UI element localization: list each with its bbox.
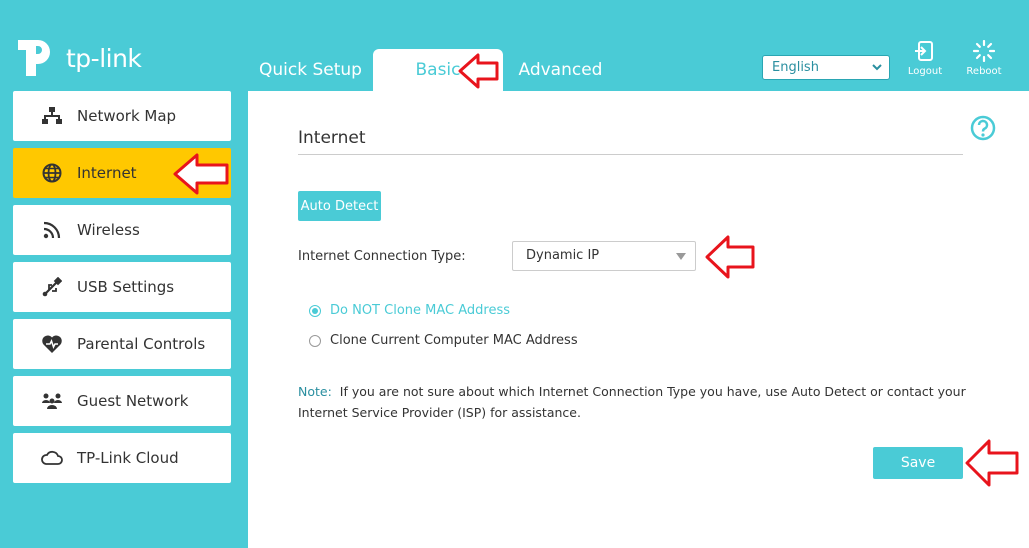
network-map-icon [41, 105, 63, 127]
cloud-icon [41, 447, 63, 469]
logout-label: Logout [907, 66, 943, 77]
note-label: Note: [298, 384, 332, 399]
annotation-arrow-save-icon [965, 439, 1019, 487]
reboot-button[interactable]: Reboot [959, 40, 1009, 77]
sidebar-item-label: Guest Network [77, 392, 189, 410]
logout-button[interactable]: Logout [900, 40, 950, 77]
sidebar-item-wireless[interactable]: Wireless [13, 205, 231, 255]
heart-icon [41, 333, 63, 355]
wifi-icon [41, 219, 63, 241]
globe-icon [41, 162, 63, 184]
sidebar-item-guest-network[interactable]: Guest Network [13, 376, 231, 426]
logout-icon [915, 41, 933, 61]
title-divider [298, 154, 963, 155]
connection-type-value: Dynamic IP [526, 248, 600, 263]
tp-link-logo: tp-link [12, 30, 152, 80]
guest-icon [41, 390, 63, 412]
sidebar-item-label: USB Settings [77, 278, 175, 296]
sidebar-item-label: Network Map [77, 107, 177, 125]
connection-type-select[interactable]: Dynamic IP [512, 241, 696, 271]
language-value: English [772, 60, 819, 75]
sidebar-item-usb-settings[interactable]: USB Settings [13, 262, 231, 312]
annotation-arrow-basic-icon [458, 53, 499, 89]
usb-icon [41, 276, 63, 298]
tp-link-logo-icon [18, 40, 50, 76]
radio-do-not-clone-mac[interactable]: Do NOT Clone MAC Address [309, 303, 510, 318]
annotation-arrow-internet-icon [173, 153, 229, 195]
tab-quick-setup[interactable]: Quick Setup [248, 49, 373, 91]
sidebar-item-label: Internet [77, 164, 137, 182]
sidebar-item-tp-link-cloud[interactable]: TP-Link Cloud [13, 433, 231, 483]
radio-button[interactable] [309, 304, 321, 317]
main-panel: Internet Auto Detect Internet Connection… [248, 91, 1029, 548]
auto-detect-button[interactable]: Auto Detect [298, 191, 381, 221]
dropdown-triangle-icon [676, 253, 686, 260]
sidebar-item-network-map[interactable]: Network Map [13, 91, 231, 141]
sidebar-item-label: Wireless [77, 221, 140, 239]
logo-text: tp-link [66, 44, 142, 73]
radio-clone-current-mac[interactable]: Clone Current Computer MAC Address [309, 333, 578, 348]
note-body: If you are not sure about which Internet… [298, 384, 966, 420]
page-title: Internet [298, 128, 366, 148]
annotation-arrow-connection-type-icon [705, 235, 755, 279]
radio-label: Do NOT Clone MAC Address [330, 303, 511, 318]
language-select[interactable]: English [762, 55, 890, 80]
connection-type-label: Internet Connection Type: [298, 249, 466, 264]
chevron-down-icon [872, 56, 882, 87]
radio-label: Clone Current Computer MAC Address [330, 333, 578, 348]
sidebar-item-label: Parental Controls [77, 335, 206, 353]
sidebar-item-label: TP-Link Cloud [77, 449, 179, 467]
reboot-icon [973, 40, 995, 62]
sidebar-item-parental-controls[interactable]: Parental Controls [13, 319, 231, 369]
note-text: Note: If you are not sure about which In… [298, 381, 978, 423]
tab-advanced[interactable]: Advanced [503, 49, 618, 91]
radio-button[interactable] [309, 334, 321, 347]
reboot-label: Reboot [966, 66, 1002, 77]
save-button[interactable]: Save [873, 447, 963, 479]
help-icon[interactable] [970, 115, 996, 141]
